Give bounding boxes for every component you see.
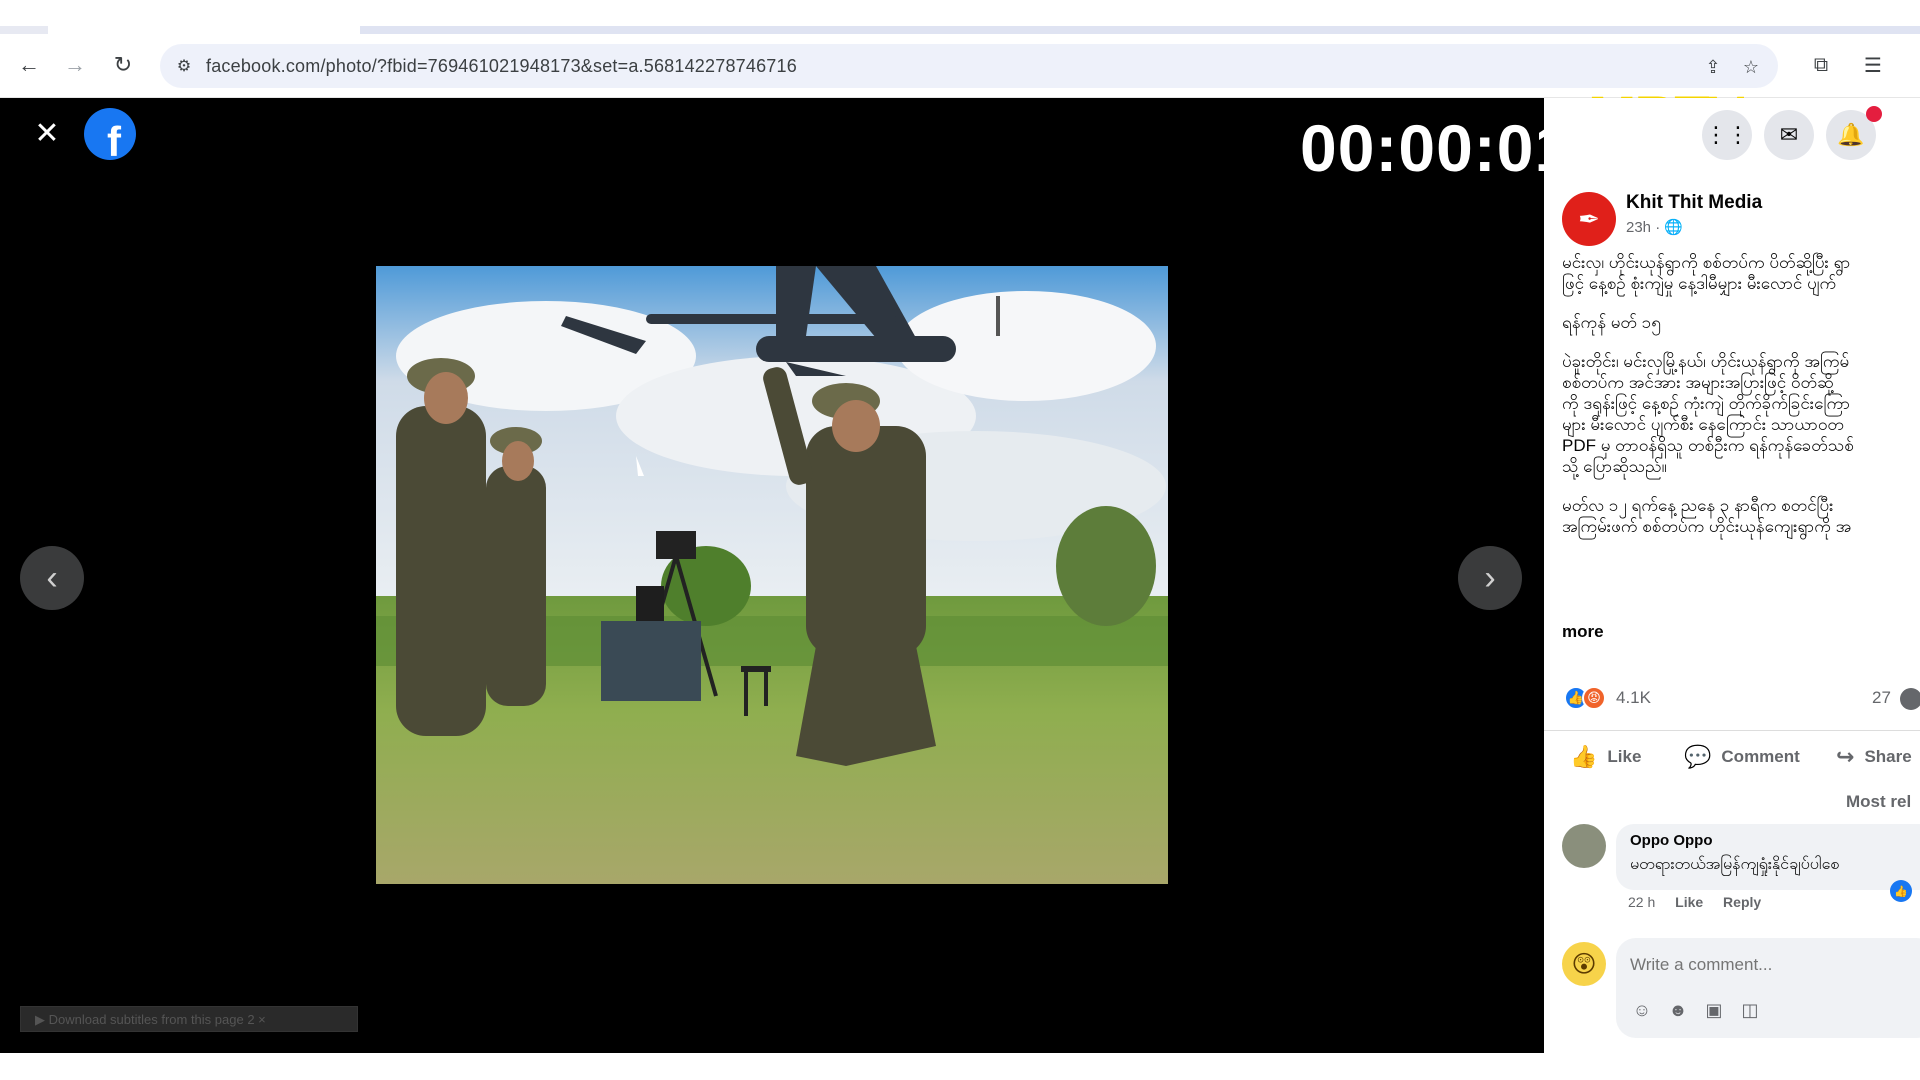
panel-top-icons: ⋮⋮ ✉ 🔔 — [1544, 98, 1920, 170]
menu-button[interactable]: ⋮⋮ — [1702, 110, 1752, 160]
bottom-strip — [0, 1053, 1920, 1080]
close-icon: ✕ — [34, 116, 60, 150]
comment-time[interactable]: 22 h — [1628, 894, 1655, 910]
post-photo — [376, 266, 1168, 884]
extensions-icon[interactable]: ⧉ — [1806, 50, 1836, 80]
post-action-bar: 👍 Like 💬 Comment ↪ Share — [1544, 730, 1920, 782]
comment-like-link[interactable]: Like — [1675, 894, 1703, 910]
site-info-icon[interactable]: ⚙ — [172, 54, 196, 78]
tab-strip-bar — [360, 26, 1920, 34]
commenter-avatar[interactable] — [1562, 824, 1606, 868]
share-arrow-icon: ↪ — [1836, 744, 1855, 769]
address-bar[interactable]: ⚙ facebook.com/photo/?fbid=7694610219481… — [160, 44, 1778, 88]
photo-viewer: ✕ f 00:00:01:20 ‹ › ▶ Download subtitles… — [0, 98, 1670, 1053]
post-line: ရန်ကုန် မတ် ၁၅ — [1562, 313, 1661, 332]
post-line: စစ်တပ်က အင်အား အများအပြားဖြင့် ဝိတ်ဆို့ — [1562, 373, 1834, 392]
comment-reply-link[interactable]: Reply — [1723, 894, 1761, 910]
install-app-icon[interactable]: ⇪ — [1700, 54, 1726, 80]
reload-button[interactable]: ↻ — [106, 48, 140, 82]
post-side-panel: ⋮⋮ ✉ 🔔 ✒ Khit Thit Media 23h · 🌐 မင်းလှ၊… — [1544, 98, 1920, 1053]
bell-icon: 🔔 — [1837, 122, 1865, 147]
emoji-icon[interactable]: ☻ — [1666, 998, 1690, 1022]
comment-sort-dropdown[interactable]: Most rel — [1846, 792, 1911, 812]
chevron-right-icon: › — [1484, 558, 1496, 597]
post-line: မင်းလှ၊ ဟိုင်းယုန်ရွာကို စစ်တပ်က ပိတ်ဆို… — [1562, 253, 1851, 272]
post-line: PDF မှ တာဝန်ရှိသူ တစ်ဦးက ရန်ကုန်ခေတ်သစ် — [1562, 436, 1854, 455]
reading-list-icon[interactable]: ☰ — [1858, 50, 1888, 80]
url-text[interactable]: facebook.com/photo/?fbid=769461021948173… — [206, 56, 797, 77]
camera-icon[interactable]: ▣ — [1702, 998, 1726, 1022]
like-button-label: Like — [1607, 747, 1642, 766]
like-button[interactable]: 👍 Like — [1570, 741, 1641, 773]
page-avatar[interactable]: ✒ — [1562, 192, 1616, 246]
tab-strip-edge — [0, 26, 48, 34]
comment-count[interactable]: 27 — [1872, 688, 1891, 708]
messenger-icon: ✉ — [1779, 122, 1799, 147]
comment-button[interactable]: 💬 Comment — [1684, 741, 1800, 773]
soldiers-launching-drone-image — [376, 266, 1168, 884]
avatar-sticker-icon[interactable]: ☺ — [1630, 998, 1654, 1022]
speech-bubble-icon: 💬 — [1684, 744, 1712, 769]
reaction-count: 4.1K — [1616, 688, 1651, 707]
comment-text: မတရားတယ်အမြန်ကျရှုံးနိုင်ချပ်ပါစေ — [1630, 856, 1840, 873]
post-line: အကြမ်းဖက် စစ်တပ်က ဟိုင်းယုန်ကျေးရွာကို အ — [1562, 517, 1852, 536]
share-button-label: Share — [1864, 747, 1912, 766]
comment-bubble: Oppo Oppo မတရားတယ်အမြန်ကျရှုံးနိုင်ချပ်ပ… — [1616, 824, 1920, 890]
comment-meta: 22 h Like Reply — [1628, 894, 1761, 910]
arrow-left-icon: ← — [18, 52, 40, 77]
back-button[interactable]: ← — [12, 48, 46, 82]
post-paragraph-4: မတ်လ ၁၂ ရက်နေ့ ညနေ ၃ နာရီက စတင်ပြီး အကြမ… — [1562, 495, 1920, 537]
emoji-avatar-icon: 😲 — [1571, 950, 1597, 978]
quill-icon: ✒ — [1578, 203, 1600, 234]
post-paragraph-3: ပဲခူးတိုင်း၊ မင်းလှမြို့နယ်၊ ဟိုင်းယုန်ရ… — [1562, 351, 1920, 477]
comment-count-icon — [1900, 688, 1920, 710]
arrow-right-icon: → — [64, 52, 86, 77]
browser-tab-strip — [0, 0, 1920, 34]
comment-like-badge-icon: 👍 — [1890, 880, 1912, 902]
write-comment-input[interactable] — [1630, 950, 1910, 980]
notification-badge — [1866, 106, 1882, 122]
gif-icon[interactable]: ◫ — [1738, 998, 1762, 1022]
post-line: များ မီးလောင် ပျက်စီး နေကြောင်း သာယာဝတ — [1562, 415, 1844, 434]
post-line: ဖြင့် နေ့စဉ် စုံးကျဲမှု နေ့ဒါမီမျှား မီး… — [1562, 274, 1837, 293]
post-line: ကို ဒရုန်းဖြင့် နေ့စဉ် ကုံးကျဲ တိုက်ခိုက… — [1562, 394, 1851, 413]
page-name[interactable]: Khit Thit Media — [1626, 192, 1762, 214]
see-more-link[interactable]: more — [1562, 622, 1604, 642]
post-line: သို့ ပြောဆိုသည်။ — [1562, 457, 1667, 476]
comment-composer: ☺ ☻ ▣ ◫ — [1616, 938, 1920, 1038]
post-line: ပဲခူးတိုင်း၊ မင်းလှမြို့နယ်၊ ဟိုင်းယုန်ရ… — [1562, 352, 1850, 371]
comment-author[interactable]: Oppo Oppo — [1630, 832, 1920, 849]
forward-button[interactable]: → — [58, 48, 92, 82]
subtitle-download-notice[interactable]: ▶ Download subtitles from this page 2 × — [20, 1006, 358, 1032]
share-button[interactable]: ↪ Share — [1836, 741, 1912, 773]
notifications-button[interactable]: 🔔 — [1826, 106, 1882, 160]
current-user-avatar[interactable]: 😲 — [1562, 942, 1606, 986]
grid-menu-icon: ⋮⋮ — [1705, 122, 1749, 147]
reaction-summary[interactable]: 👍 😡 4.1K — [1564, 686, 1651, 710]
comment-button-label: Comment — [1721, 747, 1800, 766]
post-paragraph-2: ရန်ကုန် မတ် ၁၅ — [1562, 312, 1920, 333]
post-body: မင်းလှ၊ ဟိုင်းယုန်ရွာကို စစ်တပ်က ပိတ်ဆို… — [1562, 252, 1920, 537]
post-timestamp[interactable]: 23h · 🌐 — [1626, 218, 1683, 236]
close-button[interactable]: ✕ — [30, 116, 64, 150]
previous-photo-button[interactable]: ‹ — [20, 546, 84, 610]
facebook-logo[interactable]: f — [84, 108, 136, 160]
reload-icon: ↻ — [113, 52, 133, 77]
post-line: မတ်လ ၁၂ ရက်နေ့ ညနေ ၃ နာရီက စတင်ပြီး — [1562, 496, 1834, 515]
bookmark-star-icon[interactable]: ☆ — [1738, 54, 1764, 80]
post-paragraph-1: မင်းလှ၊ ဟိုင်းယုန်ရွာကို စစ်တပ်က ပိတ်ဆို… — [1562, 252, 1920, 294]
messenger-button[interactable]: ✉ — [1764, 110, 1814, 160]
chevron-left-icon: ‹ — [46, 558, 58, 597]
next-photo-button[interactable]: › — [1458, 546, 1522, 610]
thumbs-up-icon: 👍 — [1570, 744, 1598, 769]
facebook-logo-letter: f — [107, 118, 121, 160]
angry-reaction-icon: 😡 — [1582, 686, 1606, 710]
